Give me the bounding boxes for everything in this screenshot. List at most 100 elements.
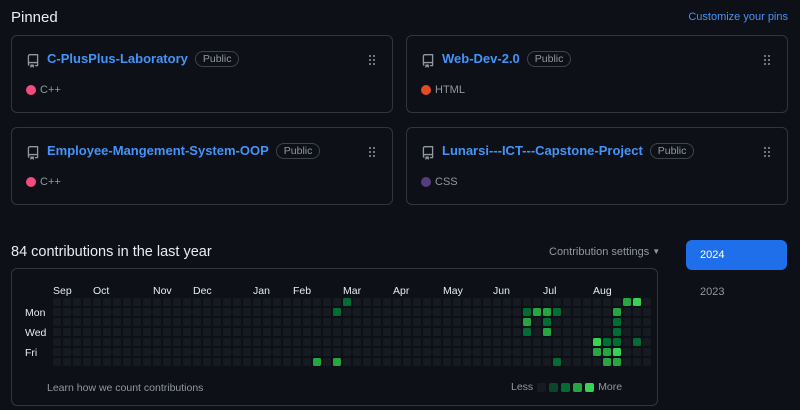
contribution-day-cell[interactable] [583,338,591,346]
contribution-day-cell[interactable] [313,358,321,366]
contribution-day-cell[interactable] [513,338,521,346]
contribution-day-cell[interactable] [203,318,211,326]
contribution-day-cell[interactable] [383,298,391,306]
contribution-day-cell[interactable] [493,298,501,306]
contribution-day-cell[interactable] [313,338,321,346]
contribution-day-cell[interactable] [153,318,161,326]
contribution-day-cell[interactable] [103,308,111,316]
contribution-day-cell[interactable] [323,308,331,316]
contribution-day-cell[interactable] [613,338,621,346]
contribution-day-cell[interactable] [433,358,441,366]
contribution-day-cell[interactable] [563,338,571,346]
contribution-day-cell[interactable] [93,328,101,336]
contribution-day-cell[interactable] [313,348,321,356]
contribution-day-cell[interactable] [133,298,141,306]
contribution-day-cell[interactable] [93,358,101,366]
contribution-day-cell[interactable] [493,308,501,316]
contribution-day-cell[interactable] [303,338,311,346]
contribution-day-cell[interactable] [313,328,321,336]
contribution-day-cell[interactable] [393,348,401,356]
contribution-day-cell[interactable] [123,358,131,366]
contribution-day-cell[interactable] [413,328,421,336]
contribution-day-cell[interactable] [553,308,561,316]
contribution-day-cell[interactable] [153,358,161,366]
contribution-day-cell[interactable] [483,298,491,306]
contribution-day-cell[interactable] [403,358,411,366]
contribution-day-cell[interactable] [83,328,91,336]
contribution-day-cell[interactable] [443,338,451,346]
contribution-day-cell[interactable] [403,338,411,346]
contribution-day-cell[interactable] [613,308,621,316]
contribution-day-cell[interactable] [183,298,191,306]
contribution-day-cell[interactable] [643,318,651,326]
contribution-day-cell[interactable] [633,308,641,316]
contribution-day-cell[interactable] [503,338,511,346]
contribution-day-cell[interactable] [193,308,201,316]
contribution-day-cell[interactable] [493,358,501,366]
contribution-day-cell[interactable] [223,308,231,316]
contribution-day-cell[interactable] [503,308,511,316]
contribution-day-cell[interactable] [133,328,141,336]
contribution-day-cell[interactable] [563,358,571,366]
contribution-day-cell[interactable] [603,308,611,316]
contribution-day-cell[interactable] [553,348,561,356]
contribution-day-cell[interactable] [553,318,561,326]
contribution-day-cell[interactable] [143,328,151,336]
contribution-day-cell[interactable] [283,348,291,356]
contribution-day-cell[interactable] [103,358,111,366]
contribution-day-cell[interactable] [633,318,641,326]
contribution-day-cell[interactable] [353,298,361,306]
contribution-day-cell[interactable] [253,338,261,346]
contribution-day-cell[interactable] [143,308,151,316]
contribution-day-cell[interactable] [393,308,401,316]
contribution-day-cell[interactable] [253,358,261,366]
contribution-day-cell[interactable] [363,318,371,326]
contribution-day-cell[interactable] [323,348,331,356]
contribution-day-cell[interactable] [393,358,401,366]
contribution-day-cell[interactable] [423,318,431,326]
contribution-day-cell[interactable] [253,328,261,336]
contribution-day-cell[interactable] [183,328,191,336]
contribution-day-cell[interactable] [503,318,511,326]
contribution-day-cell[interactable] [643,328,651,336]
contribution-day-cell[interactable] [243,338,251,346]
contribution-day-cell[interactable] [73,318,81,326]
contribution-day-cell[interactable] [443,318,451,326]
contribution-day-cell[interactable] [273,318,281,326]
contribution-day-cell[interactable] [253,308,261,316]
contribution-day-cell[interactable] [363,358,371,366]
contribution-day-cell[interactable] [173,318,181,326]
contribution-day-cell[interactable] [473,298,481,306]
contribution-day-cell[interactable] [353,348,361,356]
contribution-day-cell[interactable] [403,298,411,306]
contribution-day-cell[interactable] [263,308,271,316]
contribution-day-cell[interactable] [113,328,121,336]
contribution-day-cell[interactable] [473,338,481,346]
contribution-day-cell[interactable] [243,308,251,316]
contribution-day-cell[interactable] [403,308,411,316]
contribution-day-cell[interactable] [383,308,391,316]
contribution-day-cell[interactable] [223,358,231,366]
contribution-day-cell[interactable] [583,348,591,356]
contribution-day-cell[interactable] [533,308,541,316]
contribution-day-cell[interactable] [573,338,581,346]
contribution-day-cell[interactable] [303,318,311,326]
contribution-day-cell[interactable] [313,298,321,306]
contribution-day-cell[interactable] [253,318,261,326]
contribution-day-cell[interactable] [403,318,411,326]
contribution-day-cell[interactable] [153,308,161,316]
contribution-day-cell[interactable] [433,318,441,326]
contribution-day-cell[interactable] [203,308,211,316]
contribution-day-cell[interactable] [123,338,131,346]
contribution-day-cell[interactable] [253,298,261,306]
contribution-day-cell[interactable] [213,338,221,346]
contribution-day-cell[interactable] [533,348,541,356]
contribution-day-cell[interactable] [203,338,211,346]
contribution-day-cell[interactable] [483,348,491,356]
contribution-day-cell[interactable] [633,328,641,336]
contribution-day-cell[interactable] [133,348,141,356]
contribution-day-cell[interactable] [463,298,471,306]
contribution-day-cell[interactable] [633,298,641,306]
contribution-day-cell[interactable] [153,338,161,346]
contribution-day-cell[interactable] [323,338,331,346]
